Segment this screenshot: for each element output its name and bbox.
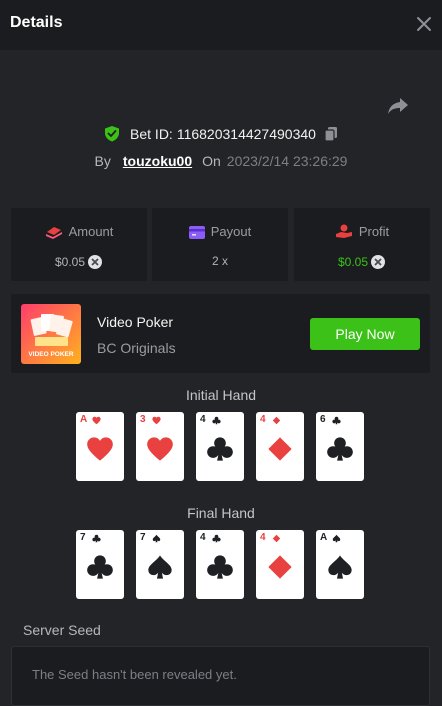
on-label: On	[202, 153, 221, 169]
profit-stat: Profit $0.05	[294, 208, 430, 281]
amount-label: Amount	[11, 224, 147, 239]
verified-shield-icon	[105, 126, 120, 142]
payout-card-icon	[188, 226, 205, 239]
game-provider: BC Originals	[97, 340, 176, 356]
initial-hand-title: Initial Hand	[185, 387, 257, 403]
club-suit-icon	[212, 416, 221, 425]
currency-coin-icon	[371, 255, 386, 269]
playing-card: 7	[76, 530, 124, 599]
bet-author-row: By touzoku00 On 2023/2/14 23:26:29	[0, 153, 442, 169]
spade-suit-icon	[332, 534, 341, 543]
diamond-suit-icon	[272, 416, 281, 425]
server-seed-title: Server Seed	[23, 622, 101, 638]
profit-value: $0.05	[294, 254, 430, 270]
initial-hand: A 3 4 4 6	[76, 412, 366, 481]
card-rank: 7	[80, 532, 86, 543]
playing-card: 6	[316, 412, 364, 481]
heart-suit-icon	[87, 437, 113, 461]
play-now-button[interactable]: Play Now	[310, 318, 420, 350]
heart-suit-icon	[92, 416, 101, 425]
bet-id-row: Bet ID: 116820314427490340	[0, 125, 442, 142]
card-rank: 3	[140, 414, 146, 425]
playing-card: 3	[136, 412, 184, 481]
playing-card: 4	[196, 412, 244, 481]
amount-stat: Amount $0.05	[11, 208, 147, 281]
game-card: VIDEO POKER Video Poker BC Originals Pla…	[11, 294, 430, 373]
club-suit-icon	[207, 437, 233, 461]
playing-card: A	[316, 530, 364, 599]
details-header: Details	[0, 0, 442, 50]
currency-coin-icon	[88, 255, 103, 269]
card-rank: 4	[200, 532, 206, 543]
card-rank: 4	[200, 414, 206, 425]
video-poker-thumbnail[interactable]: VIDEO POKER	[21, 304, 81, 364]
diamond-suit-icon	[272, 534, 281, 543]
card-rank: 6	[320, 414, 326, 425]
heart-suit-icon	[152, 416, 161, 425]
diamond-suit-icon	[268, 555, 292, 579]
bet-id-label: Bet ID:	[130, 126, 173, 142]
username-link[interactable]: touzoku00	[123, 153, 192, 169]
card-rank: 7	[140, 532, 146, 543]
final-hand-title: Final Hand	[187, 505, 255, 521]
payout-stat: Payout 2 x	[152, 208, 288, 281]
club-suit-icon	[87, 555, 113, 579]
copy-icon[interactable]	[324, 126, 338, 142]
club-suit-icon	[92, 534, 101, 543]
header-title: Details	[10, 14, 63, 31]
profit-hand-icon	[335, 224, 352, 238]
spade-suit-icon	[148, 555, 172, 579]
payout-value: 2 x	[211, 254, 228, 268]
card-rank: A	[80, 414, 88, 425]
spade-suit-icon	[152, 534, 161, 543]
playing-card: 7	[136, 530, 184, 599]
club-suit-icon	[212, 534, 221, 543]
card-rank: 4	[260, 414, 266, 425]
card-rank: A	[320, 532, 328, 543]
club-suit-icon	[332, 416, 341, 425]
spade-suit-icon	[328, 555, 352, 579]
playing-card: 4	[196, 530, 244, 599]
share-icon[interactable]	[387, 96, 409, 116]
club-suit-icon	[327, 437, 353, 461]
close-icon[interactable]	[413, 13, 435, 35]
club-suit-icon	[207, 555, 233, 579]
heart-suit-icon	[147, 437, 173, 461]
amount-value: $0.05	[11, 254, 147, 270]
bet-id-value: 116820314427490340	[176, 126, 316, 142]
bet-stats: Amount $0.05 Payout 2 x Profit $0.05	[11, 208, 430, 281]
card-rank: 4	[260, 532, 266, 543]
amount-icon	[45, 227, 62, 239]
server-seed-box: The Seed hasn't been revealed yet.	[11, 646, 430, 706]
server-seed-message: The Seed hasn't been revealed yet.	[32, 667, 237, 682]
payout-label: Payout	[152, 224, 288, 239]
game-name: Video Poker	[97, 314, 174, 330]
bet-date: 2023/2/14 23:26:29	[226, 153, 348, 169]
final-hand: 7 7 4 4 A	[76, 530, 366, 599]
diamond-suit-icon	[268, 437, 292, 461]
playing-card: 4	[256, 530, 304, 599]
by-label: By	[94, 153, 111, 169]
playing-card: 4	[256, 412, 304, 481]
svg-text:VIDEO POKER: VIDEO POKER	[28, 351, 73, 358]
profit-label: Profit	[294, 224, 430, 239]
playing-card: A	[76, 412, 124, 481]
